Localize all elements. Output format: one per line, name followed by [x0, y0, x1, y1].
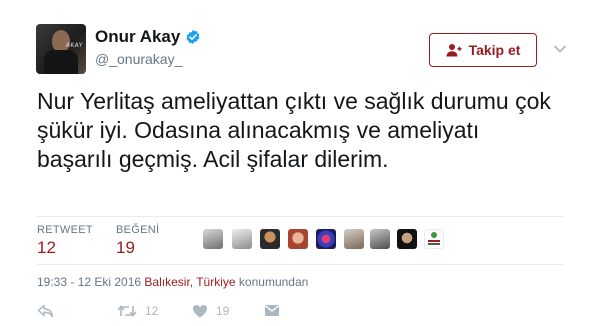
envelope-icon — [265, 305, 279, 316]
like-stat[interactable]: BEĞENİ 19 — [116, 224, 159, 258]
retweet-action-count: 12 — [145, 304, 159, 318]
liker-avatar[interactable] — [424, 229, 444, 249]
tweet-location[interactable]: Balıkesir, Türkiye — [144, 275, 235, 289]
message-action[interactable] — [264, 304, 288, 317]
liker-avatar[interactable] — [370, 229, 390, 249]
liker-avatar[interactable] — [232, 229, 252, 249]
liker-avatar[interactable] — [203, 229, 223, 249]
user-name-row: Onur Akay — [95, 27, 201, 47]
reply-action[interactable] — [37, 304, 62, 318]
liker-avatar[interactable] — [397, 229, 417, 249]
follow-button[interactable]: Takip et — [429, 33, 537, 67]
tweet-timestamp: 19:33 - 12 Eki 2016 Balıkesir, Türkiye k… — [37, 275, 308, 289]
retweet-icon — [117, 305, 137, 317]
retweet-stat[interactable]: RETWEET 12 — [37, 224, 93, 258]
location-suffix: konumundan — [238, 275, 309, 289]
like-action-count: 19 — [216, 304, 230, 318]
tweet-text: Nur Yerlitaş ameliyattan çıktı ve sağlık… — [37, 88, 551, 172]
retweet-count: 12 — [37, 238, 56, 257]
divider — [37, 216, 564, 217]
tweet-time[interactable]: 19:33 - 12 Eki 2016 — [37, 275, 141, 289]
retweet-label: RETWEET — [37, 224, 93, 236]
liker-avatar[interactable] — [260, 229, 280, 249]
reply-icon — [37, 304, 54, 318]
user-handle[interactable]: @_onurakay_ — [95, 51, 182, 67]
follow-button-label: Takip et — [468, 42, 521, 58]
liker-avatar[interactable] — [288, 229, 308, 249]
liker-avatar[interactable] — [344, 229, 364, 249]
like-count: 19 — [116, 238, 135, 257]
like-action[interactable]: 19 — [192, 304, 229, 318]
liker-avatar[interactable] — [316, 229, 336, 249]
chevron-down-icon[interactable] — [553, 42, 567, 56]
retweet-action[interactable]: 12 — [117, 304, 158, 318]
divider — [37, 264, 564, 265]
verified-badge-icon — [185, 29, 201, 45]
heart-icon — [193, 305, 207, 318]
user-name[interactable]: Onur Akay — [95, 27, 180, 47]
like-label: BEĞENİ — [116, 224, 160, 236]
avatar[interactable]: AKAY — [36, 24, 86, 74]
add-user-icon — [446, 44, 462, 57]
